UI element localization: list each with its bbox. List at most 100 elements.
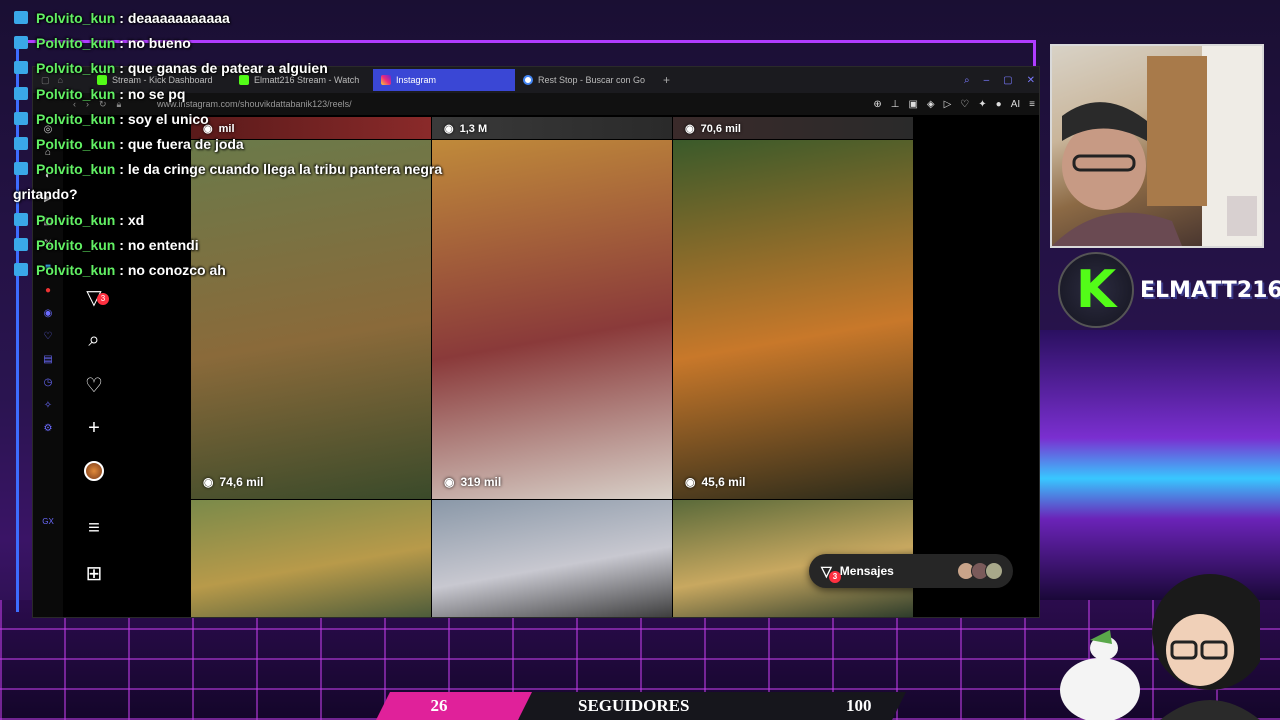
reel-tile[interactable]: ◉ 45,6 mil xyxy=(673,140,913,499)
reel-view-count: 74,6 mil xyxy=(219,475,264,489)
streamer-avatar-illustration xyxy=(1060,570,1268,720)
heart-icon[interactable]: ♡ xyxy=(63,373,125,398)
views-icon: ◉ xyxy=(203,475,214,489)
chat-username: Polvito_kun xyxy=(36,110,116,127)
webcam-feed xyxy=(1050,44,1264,248)
reel-views: ◉ 45,6 mil xyxy=(685,475,746,489)
search-tabs-icon[interactable]: ⌕ xyxy=(964,75,970,86)
chat-message: Polvito_kun : no se pq xyxy=(14,82,574,107)
kick-logo: K xyxy=(1058,252,1134,328)
chat-message: Polvito_kun : le da cringe cuando llega … xyxy=(14,157,574,182)
minimize-icon[interactable]: – xyxy=(984,75,990,86)
background-neon xyxy=(1040,330,1280,600)
reel-tile[interactable]: ◉ 70,6 mil xyxy=(673,117,913,139)
chat-message: Polvito_kun : deaaaaaaaaaaa xyxy=(14,6,574,31)
webcam-person-image xyxy=(1052,46,1262,246)
chat-text: gritando? xyxy=(13,186,78,203)
more-menu-icon[interactable]: ≡ xyxy=(63,517,125,540)
chat-username: Polvito_kun xyxy=(36,161,116,178)
kick-chat-icon xyxy=(14,137,28,151)
chat-text: no se pq xyxy=(127,85,186,102)
views-icon: ◉ xyxy=(685,123,695,135)
reel-tile[interactable] xyxy=(432,500,672,617)
chat-message: Polvito_kun : xd xyxy=(14,208,574,233)
chat-username: Polvito_kun xyxy=(36,10,116,26)
views-icon: ◉ xyxy=(685,475,696,489)
kick-chat-icon xyxy=(14,162,28,176)
chat-message: Polvito_kun : soy el unico xyxy=(14,107,574,132)
kick-chat-icon xyxy=(14,263,28,277)
chat-username: Polvito_kun xyxy=(36,85,116,102)
ai-button[interactable]: AI xyxy=(1011,99,1020,110)
chat-username: Polvito_kun xyxy=(36,236,116,253)
new-tab-button[interactable]: + xyxy=(663,73,670,87)
chat-text: no bueno xyxy=(127,35,191,52)
kick-logo-letter: K xyxy=(1075,260,1117,320)
chat-text: deaaaaaaaaaaa xyxy=(127,10,230,26)
window-controls: ⌕ – ▢ ✕ xyxy=(964,75,1039,86)
chat-text: le da cringe cuando llega la tribu pante… xyxy=(127,161,443,178)
pin-icon[interactable]: ⊥ xyxy=(891,99,900,110)
chat-separator: : xyxy=(115,35,128,52)
tabs-sidebar-icon[interactable]: ▤ xyxy=(41,354,55,368)
toolbar-icons: ⊕ ⊥ ▣ ◈ ▷ ♡ ✦ ● AI ≡ xyxy=(873,99,1035,110)
stream-chat: Polvito_kun : deaaaaaaaaaaa Polvito_kun … xyxy=(13,6,574,283)
avatar xyxy=(985,562,1003,580)
extensions-icon[interactable]: ✦ xyxy=(978,99,986,110)
followers-goal: 100 xyxy=(846,696,872,715)
chat-message-continuation: gritando? xyxy=(13,182,574,207)
views-icon: ◉ xyxy=(444,475,455,489)
chat-message: Polvito_kun : no entendi xyxy=(14,233,574,258)
reel-view-count: 319 mil xyxy=(460,475,502,489)
chat-separator: : xyxy=(115,136,128,153)
close-icon[interactable]: ✕ xyxy=(1027,75,1035,86)
chat-text: no conozco ah xyxy=(127,262,226,279)
history-sidebar-icon[interactable]: ◷ xyxy=(41,377,55,391)
menu-icon[interactable]: ≡ xyxy=(1029,99,1035,110)
zoom-icon[interactable]: ⊕ xyxy=(873,99,881,110)
chat-text: que ganas de patear a alguien xyxy=(127,60,328,77)
chat-text: que fuera de joda xyxy=(127,136,244,153)
player-sidebar-icon[interactable]: ◉ xyxy=(41,308,55,322)
chat-username: Polvito_kun xyxy=(36,35,116,52)
messages-icon: ▽ 3 xyxy=(821,563,841,583)
chat-separator: : xyxy=(115,85,128,102)
chat-message: Polvito_kun : no bueno xyxy=(14,31,574,56)
profile-icon[interactable]: ● xyxy=(996,99,1002,110)
chat-separator: : xyxy=(115,10,128,26)
maximize-icon[interactable]: ▢ xyxy=(1003,75,1012,86)
extensions-sidebar-icon[interactable]: ✧ xyxy=(41,400,55,414)
create-icon[interactable]: + xyxy=(63,417,125,440)
chat-username: Polvito_kun xyxy=(36,136,116,153)
chat-separator: : xyxy=(115,60,128,77)
kick-chat-icon xyxy=(14,11,28,24)
chat-separator: : xyxy=(115,236,128,253)
notifications-badge: 3 xyxy=(97,293,109,305)
reel-views: ◉ 70,6 mil xyxy=(685,122,741,136)
chat-username: Polvito_kun xyxy=(36,262,116,279)
kick-chat-icon xyxy=(14,237,28,251)
notifications-icon[interactable]: ▽ 3 xyxy=(63,285,125,310)
messages-button[interactable]: ▽ 3 Mensajes xyxy=(809,554,1013,588)
search-icon[interactable]: ⌕ xyxy=(63,329,125,352)
opera-sidebar-icon[interactable]: ● xyxy=(41,285,55,299)
snapshot-icon[interactable]: ▣ xyxy=(908,99,917,110)
heart-sidebar-icon[interactable]: ♡ xyxy=(41,331,55,345)
reel-tile[interactable] xyxy=(191,500,431,617)
chat-separator: : xyxy=(115,262,128,279)
profile-avatar-icon[interactable] xyxy=(63,461,125,487)
play-icon[interactable]: ▷ xyxy=(944,99,952,110)
gx-sidebar-icon[interactable]: GX xyxy=(41,517,55,531)
also-from-meta-icon[interactable]: ⊞ xyxy=(63,561,125,586)
channel-brand: K ELMATT216 xyxy=(1058,252,1280,330)
heart-icon[interactable]: ♡ xyxy=(960,99,969,110)
chat-separator: : xyxy=(115,211,128,228)
chat-text: xd xyxy=(127,211,145,228)
reel-view-count: 70,6 mil xyxy=(700,122,741,135)
settings-sidebar-icon[interactable]: ⚙ xyxy=(41,423,55,437)
chat-separator: : xyxy=(115,110,128,127)
kick-chat-icon xyxy=(14,212,28,226)
kick-chat-icon xyxy=(14,111,28,125)
shield-icon[interactable]: ◈ xyxy=(927,99,935,110)
chat-message: Polvito_kun : no conozco ah xyxy=(14,258,574,283)
